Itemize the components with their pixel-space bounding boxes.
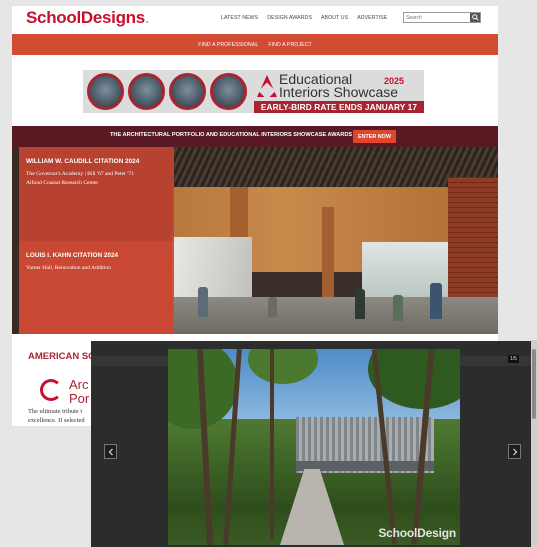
banner-photo-1 [87,73,124,110]
lightbox-next-button[interactable] [508,444,521,459]
photo-tree-trunk [270,349,274,539]
photo-watermark: SchoolDesign [378,526,456,540]
portfolio-brand-line1: Arc [69,377,89,392]
hero-person [355,289,365,319]
logo-designs: Designs [80,8,145,27]
sub-nav: FIND A PROFESSIONAL FIND A PROJECT [12,34,498,55]
site-header: SchoolDesigns. LATEST NEWS DESIGN AWARDS… [12,6,498,34]
panel1-line2: Alfond Coastal Research Center [26,180,99,186]
banner-photo-3 [169,73,206,110]
nav-design-awards[interactable]: DESIGN AWARDS [267,15,312,21]
panel2-line1: Varner Hall, Renovation and Addition [26,265,111,271]
lightbox-photo: SchoolDesign [168,349,460,545]
hero-carousel[interactable]: WILLIAM W. CAUDILL CITATION 2024 The Gov… [12,147,498,334]
portfolio-brand-line2: Por [69,391,90,406]
site-logo[interactable]: SchoolDesigns. [26,8,150,28]
hero-person [393,295,403,321]
logo-school: School [26,8,81,27]
hero-person [430,283,442,319]
panel1-title: WILLIAM W. CAUDILL CITATION 2024 [26,158,140,165]
logo-dot: . [144,8,150,27]
panel1-line1: The Governor's Academy | Bill '67 and Pe… [26,171,134,177]
hero-left-wall [12,147,19,334]
awards-bar: THE ARCHITECTURAL PORTFOLIO AND EDUCATIO… [12,126,498,147]
nav-find-project[interactable]: FIND A PROJECT [268,42,311,48]
search-button[interactable] [470,13,480,22]
lightbox-prev-button[interactable] [104,444,117,459]
lightbox-counter: 1/5 [508,355,519,363]
banner-year: 2025 [384,76,405,86]
hero-person [198,287,208,317]
lightbox-modal: SchoolDesign 1/5 [91,341,537,547]
banner-title-line2: Interiors Showcase [279,84,399,100]
search-box [403,12,481,23]
panel2-title: LOUIS I. KAHN CITATION 2024 [26,252,119,259]
chevron-left-icon [108,448,113,455]
banner-photo-2 [128,73,165,110]
section-desc-line2: excellence. If selected [28,417,85,424]
portfolio-logo-icon [40,379,62,401]
chevron-right-icon [512,448,517,455]
nav-find-professional[interactable]: FIND A PROFESSIONAL [198,42,258,48]
hero-person [268,297,277,317]
nav-latest-news[interactable]: LATEST NEWS [221,15,258,21]
awards-text: THE ARCHITECTURAL PORTFOLIO AND EDUCATIO… [110,132,353,138]
enter-now-button[interactable]: ENTER NOW [353,130,396,143]
section-desc-line1: The ultimate tribute t [28,408,83,415]
banner-cta: EARLY-BIRD RATE ENDS JANUARY 17 [254,101,424,113]
search-input[interactable] [404,13,470,22]
banner-photo-4 [210,73,247,110]
nav-advertise[interactable]: ADVERTISE [357,15,387,21]
showcase-banner[interactable]: Educational Interiors Showcase 2025 EARL… [83,70,424,113]
scrollbar-thumb[interactable] [532,349,536,419]
hero-floor [172,297,498,334]
search-icon [471,14,479,21]
top-nav: LATEST NEWS DESIGN AWARDS ABOUT US ADVER… [221,15,396,21]
hero-brick-wall [448,177,498,297]
nav-about-us[interactable]: ABOUT US [321,15,348,21]
